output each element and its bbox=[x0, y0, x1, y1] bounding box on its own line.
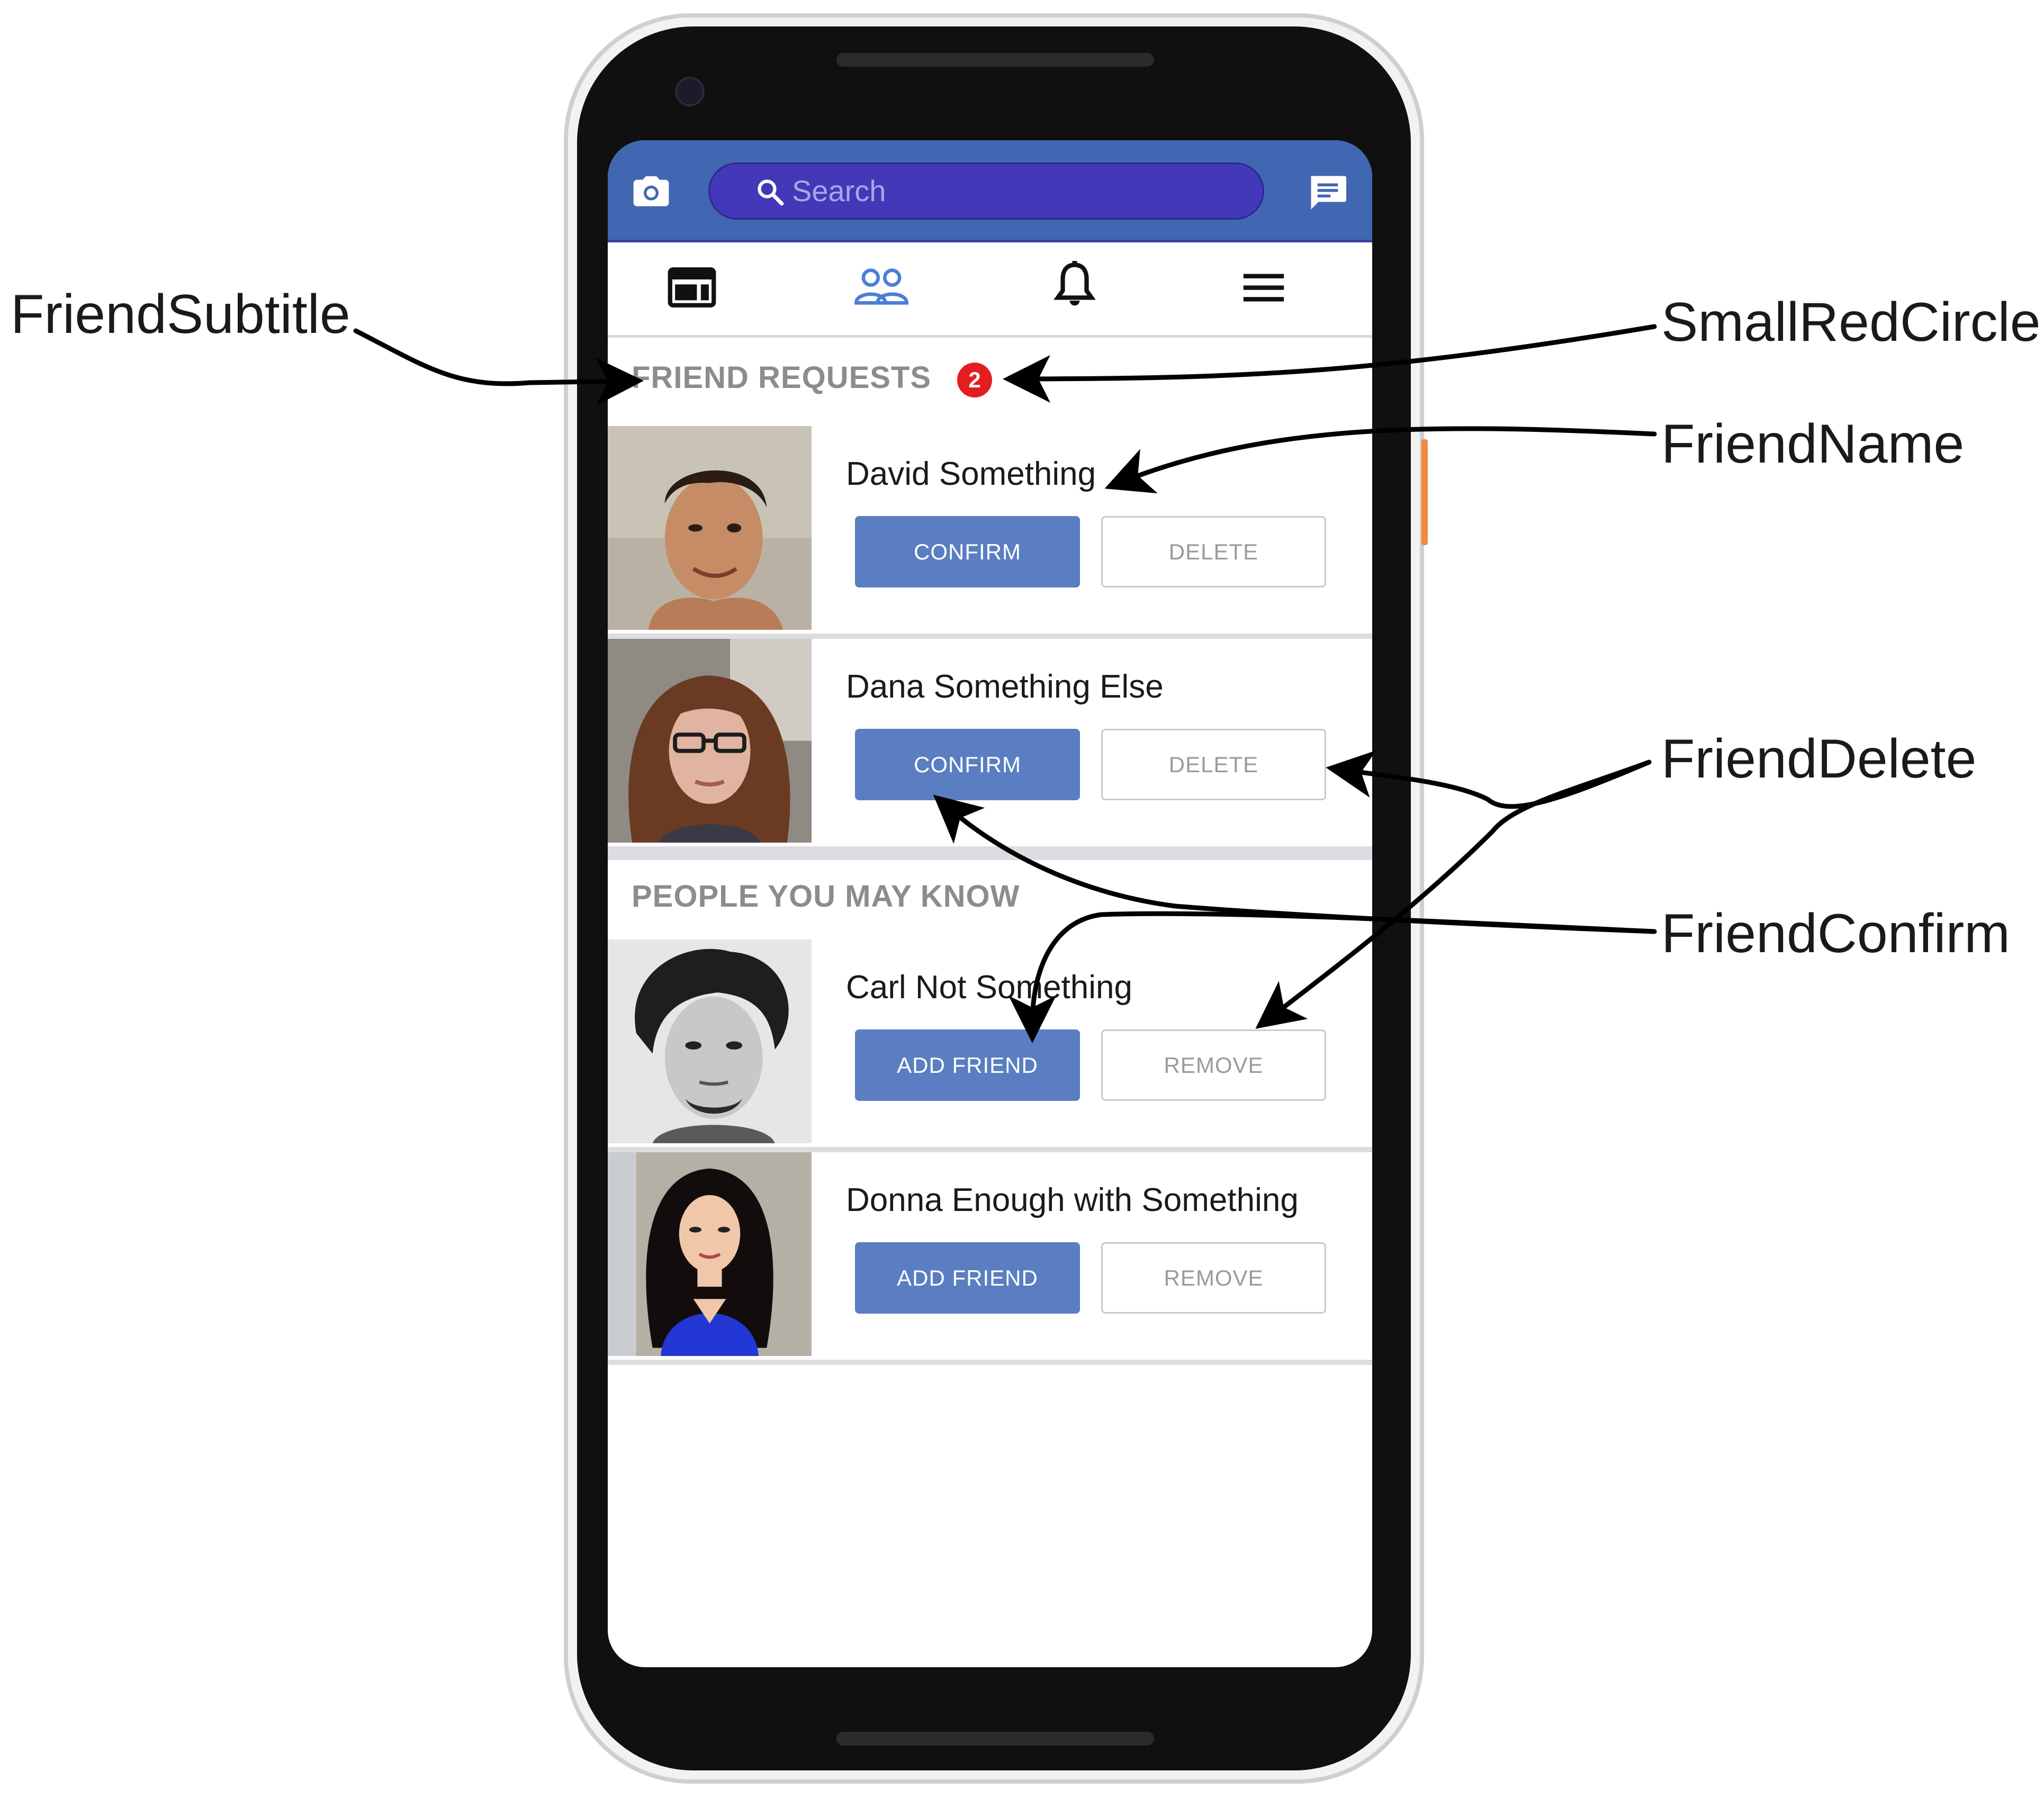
arrow-small-red-circle bbox=[1003, 324, 1657, 403]
arrow-friend-delete-1 bbox=[1326, 750, 1652, 809]
annotation-arrows bbox=[353, 324, 1657, 1043]
arrow-friend-confirm-2 bbox=[1009, 911, 1657, 1043]
arrow-friend-subtitle bbox=[353, 328, 644, 405]
arrow-friend-name bbox=[1104, 426, 1657, 494]
arrow-friend-confirm-1 bbox=[933, 794, 1657, 934]
arrow-friend-delete-2 bbox=[1255, 760, 1652, 1029]
